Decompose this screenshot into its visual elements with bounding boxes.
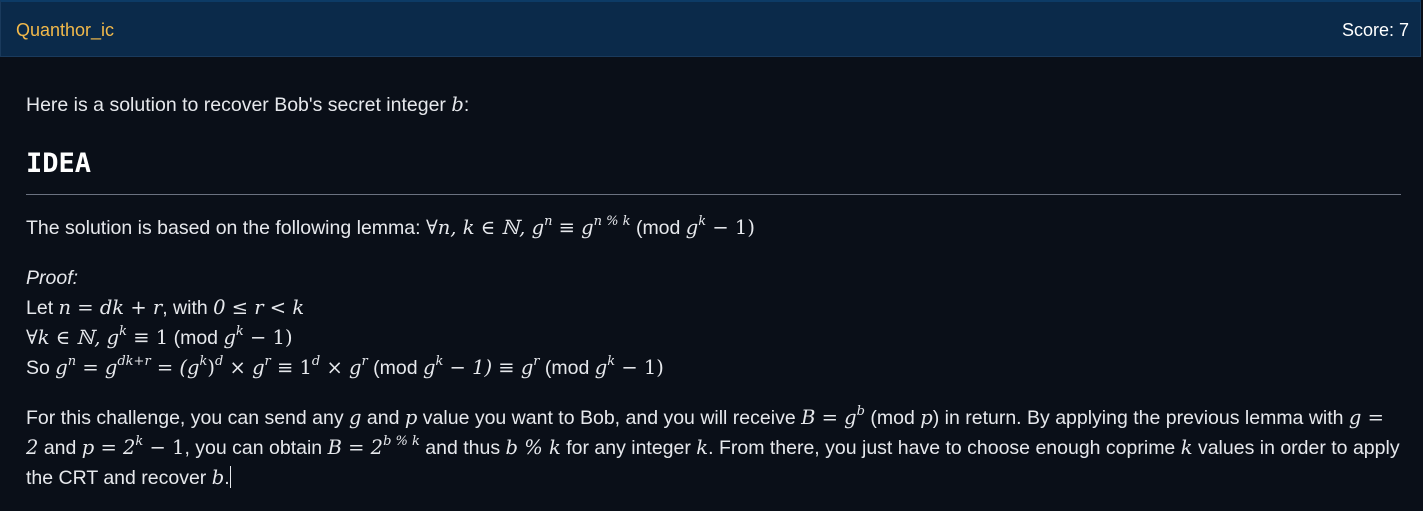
section-heading: IDEA — [26, 146, 1401, 195]
score-label: Score: 7 — [1341, 20, 1409, 40]
lemma-paragraph: The solution is based on the following l… — [26, 214, 755, 239]
proof-line-3: So gn = gdk+r = (gk)d × gr ≡ 1d × gr (mo… — [26, 354, 664, 379]
author-link[interactable]: Quanthor_ic — [16, 20, 114, 41]
challenge-paragraph: For this challenge, you can send any g a… — [26, 404, 1400, 489]
proof-line-2: ∀k ∈ ℕ, gk ≡ 1 (mod gk − 1) — [26, 324, 293, 349]
post-header: Quanthor_ic Score: 7 — [0, 0, 1421, 57]
proof-line-1: Let n = dk + r, with 0 ≤ r < k — [26, 296, 305, 319]
post-body: Here is a solution to recover Bob's secr… — [26, 90, 1401, 493]
proof-block: Proof: Let n = dk + r, with 0 ≤ r < k ∀k… — [26, 263, 1401, 383]
intro-paragraph: Here is a solution to recover Bob's secr… — [26, 93, 470, 116]
text-cursor — [229, 466, 231, 488]
proof-title: Proof: — [26, 267, 79, 289]
